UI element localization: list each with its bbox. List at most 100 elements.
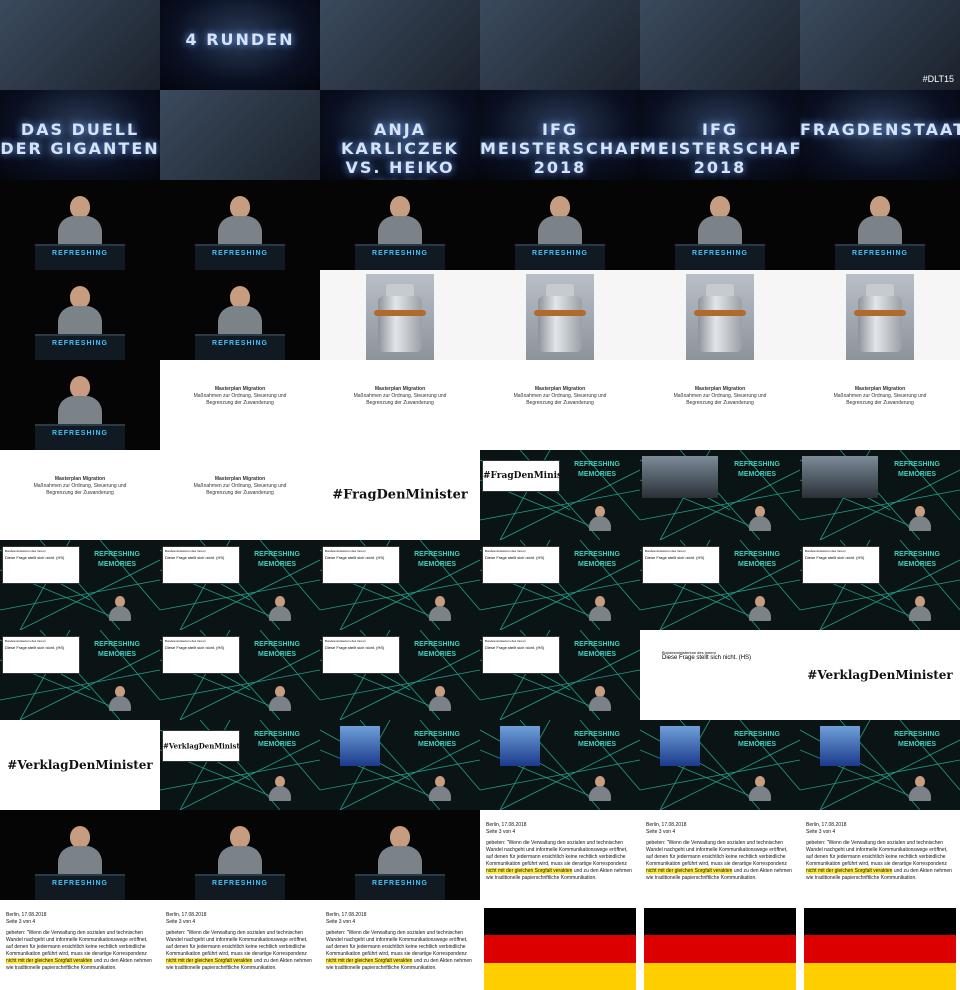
speaker-figure <box>107 686 133 712</box>
letter-text-block: Berlin, 17.08.2018 Seite 3 von 4 gebeten: … <box>486 822 634 882</box>
title-card-thumbnail[interactable]: ANJA KARLICZEK VS. HEIKO MAAS <box>320 90 480 180</box>
refreshing-memories-logo: REFRESHING MEMORIES <box>574 730 620 750</box>
stage-thumbnail[interactable]: REFRESHING <box>320 180 480 270</box>
network-thumbnail[interactable]: REFRESHING MEMORIES Bundesministerium des … <box>160 540 320 630</box>
document-thumbnail[interactable]: Masterplan Migration Maßnahmen zur Ordnun… <box>480 360 640 450</box>
document-thumbnail[interactable]: Masterplan Migration Maßnahmen zur Ordnun… <box>320 360 480 450</box>
stage-thumbnail[interactable]: REFRESHING <box>800 180 960 270</box>
stage-thumbnail[interactable]: REFRESHING <box>0 360 160 450</box>
hashtag-card[interactable]: #FragDenMinister <box>320 450 480 540</box>
refreshing-memories-logo: REFRESHING MEMORIES <box>574 550 620 570</box>
tweet-text: Diese Frage stellt sich nicht. (HS) <box>325 645 385 650</box>
speaker-head <box>390 826 410 848</box>
flag-thumbnail[interactable] <box>640 900 800 990</box>
network-thumbnail[interactable]: REFRESHING MEMORIES Bundesministerium des … <box>800 540 960 630</box>
milk-can-thumbnail[interactable] <box>800 270 960 360</box>
logo-line-2: MEMORIES <box>97 651 137 658</box>
tweet-text: Diese Frage stellt sich nicht. (HS) <box>485 555 545 560</box>
milk-can-thumbnail[interactable] <box>320 270 480 360</box>
speaker-figure <box>54 286 106 338</box>
milk-can-thumbnail[interactable] <box>640 270 800 360</box>
letter-excerpt-thumbnail[interactable]: Berlin, 17.08.2018 Seite 3 von 4 gebeten: … <box>640 810 800 900</box>
stage-thumbnail[interactable]: REFRESHING <box>160 270 320 360</box>
hashtag-inset: #FragDenMinister <box>482 460 577 492</box>
letter-excerpt-thumbnail[interactable]: Berlin, 17.08.2018 Seite 3 von 4 gebeten: … <box>0 900 160 990</box>
flag-stripe-black <box>644 908 796 936</box>
refreshing-memories-logo: REFRESHING MEMORIES <box>574 460 620 480</box>
document-thumbnail[interactable]: Masterplan Migration Maßnahmen zur Ordnun… <box>800 360 960 450</box>
network-thumbnail[interactable]: REFRESHING MEMORIES Bundesministerium des … <box>640 540 800 630</box>
photo-thumbnail[interactable] <box>640 0 800 90</box>
flag-thumbnail[interactable] <box>800 900 960 990</box>
document-thumbnail[interactable]: Masterplan Migration Maßnahmen zur Ordnun… <box>160 360 320 450</box>
letter-excerpt-thumbnail[interactable]: Berlin, 17.08.2018 Seite 3 von 4 gebeten: … <box>320 900 480 990</box>
speaker-figure <box>267 776 293 802</box>
milk-can-thumbnail[interactable] <box>480 270 640 360</box>
stage-thumbnail[interactable]: REFRESHING <box>160 810 320 900</box>
document-thumbnail[interactable]: Masterplan Migration Maßnahmen zur Ordnun… <box>640 360 800 450</box>
milk-can-image <box>366 274 434 360</box>
network-thumbnail[interactable]: REFRESHING MEMORIES Bundesministerium des … <box>0 630 160 720</box>
speaker-head <box>230 826 250 848</box>
stage-thumbnail[interactable]: REFRESHING <box>480 180 640 270</box>
refreshing-memories-logo: REFRESHING MEMORIES <box>734 550 780 570</box>
letter-text-block: Berlin, 17.08.2018 Seite 3 von 4 gebeten: … <box>806 822 954 882</box>
network-thumbnail[interactable]: REFRESHING MEMORIES <box>480 720 640 810</box>
tweet-text: Diese Frage stellt sich nicht. (HS) <box>485 645 545 650</box>
network-thumbnail[interactable]: REFRESHING MEMORIES <box>640 720 800 810</box>
stage-thumbnail[interactable]: REFRESHING <box>640 180 800 270</box>
hashtag-card[interactable]: #VerklagDenMinister <box>0 720 160 810</box>
tweet-account: Bundesministerium des Innern <box>805 549 846 553</box>
network-thumbnail[interactable]: REFRESHING MEMORIES Bundesministerium des … <box>0 540 160 630</box>
speaker-head <box>70 286 90 308</box>
speaker-figure <box>107 596 133 622</box>
photo-thumbnail[interactable] <box>320 0 480 90</box>
player-photo-inset <box>820 726 860 766</box>
letter-text-block: Berlin, 17.08.2018 Seite 3 von 4 gebeten: … <box>166 912 314 972</box>
network-thumbnail[interactable]: REFRESHING MEMORIES <box>800 720 960 810</box>
photo-thumbnail[interactable] <box>160 90 320 180</box>
stage-thumbnail[interactable]: REFRESHING <box>0 180 160 270</box>
title-card-thumbnail[interactable]: FRAGDENSTAAT.DE/MEISTERSCHAFTEN <box>800 90 960 180</box>
speaker-figure <box>427 776 453 802</box>
network-thumbnail[interactable]: REFRESHING MEMORIES <box>800 450 960 540</box>
title-card-thumbnail[interactable]: IFG MEISTERSCHAFTEN 2018 <box>480 90 640 180</box>
title-card-thumbnail[interactable]: DAS DUELL DER GIGANTEN <box>0 90 160 180</box>
network-thumbnail[interactable]: REFRESHING MEMORIES Bundesministerium des … <box>160 630 320 720</box>
stage-thumbnail[interactable]: REFRESHING <box>0 270 160 360</box>
tweet-card[interactable]: Bundesministerium des Innern Diese Frage … <box>640 630 800 720</box>
network-thumbnail[interactable]: REFRESHING MEMORIES Bundesministerium des … <box>480 540 640 630</box>
title-card-thumbnail[interactable]: IFG MEISTERSCHAFTEN 2018 <box>640 90 800 180</box>
stage-thumbnail[interactable]: REFRESHING <box>0 810 160 900</box>
letter-excerpt-thumbnail[interactable]: Berlin, 17.08.2018 Seite 3 von 4 gebeten: … <box>800 810 960 900</box>
title-card-thumbnail[interactable]: 4 RUNDEN <box>160 0 320 90</box>
network-thumbnail[interactable]: REFRESHING MEMORIES #FragDenMinister <box>480 450 640 540</box>
document-thumbnail[interactable]: Masterplan Migration Maßnahmen zur Ordnun… <box>160 450 320 540</box>
podium-label: REFRESHING <box>52 430 108 437</box>
letter-text-highlight: nicht mit der gleichen Sorgfalt verakten <box>326 958 413 964</box>
logo-line-1: REFRESHING <box>94 551 140 558</box>
title-card-text: IFG MEISTERSCHAFTEN 2018 <box>480 120 640 177</box>
network-thumbnail[interactable]: REFRESHING MEMORIES #VerklagDenMinister <box>160 720 320 810</box>
stage-thumbnail[interactable]: REFRESHING <box>320 810 480 900</box>
flag-thumbnail[interactable] <box>480 900 640 990</box>
network-thumbnail[interactable]: REFRESHING MEMORIES Bundesministerium des … <box>320 630 480 720</box>
photo-thumbnail[interactable] <box>0 0 160 90</box>
refreshing-memories-logo: REFRESHING MEMORIES <box>894 550 940 570</box>
hashtag-frag: #FragDenMinister <box>483 471 577 481</box>
german-flag <box>644 908 796 990</box>
stage-thumbnail[interactable]: REFRESHING <box>160 180 320 270</box>
letter-excerpt-thumbnail[interactable]: Berlin, 17.08.2018 Seite 3 von 4 gebeten: … <box>160 900 320 990</box>
document-thumbnail[interactable]: Masterplan Migration Maßnahmen zur Ordnun… <box>0 450 160 540</box>
network-thumbnail[interactable]: REFRESHING MEMORIES Bundesministerium des … <box>480 630 640 720</box>
speaker-figure <box>374 196 426 248</box>
photo-thumbnail[interactable]: #DLT15 <box>800 0 960 90</box>
network-thumbnail[interactable]: REFRESHING MEMORIES Bundesministerium des … <box>320 540 480 630</box>
letter-excerpt-thumbnail[interactable]: Berlin, 17.08.2018 Seite 3 von 4 gebeten: … <box>480 810 640 900</box>
photo-thumbnail[interactable] <box>480 0 640 90</box>
network-thumbnail[interactable]: REFRESHING MEMORIES <box>320 720 480 810</box>
network-thumbnail[interactable]: REFRESHING MEMORIES <box>640 450 800 540</box>
logo-line-1: REFRESHING <box>894 551 940 558</box>
hashtag-card[interactable]: #VerklagDenMinister <box>800 630 960 720</box>
speaker-figure <box>214 826 266 878</box>
